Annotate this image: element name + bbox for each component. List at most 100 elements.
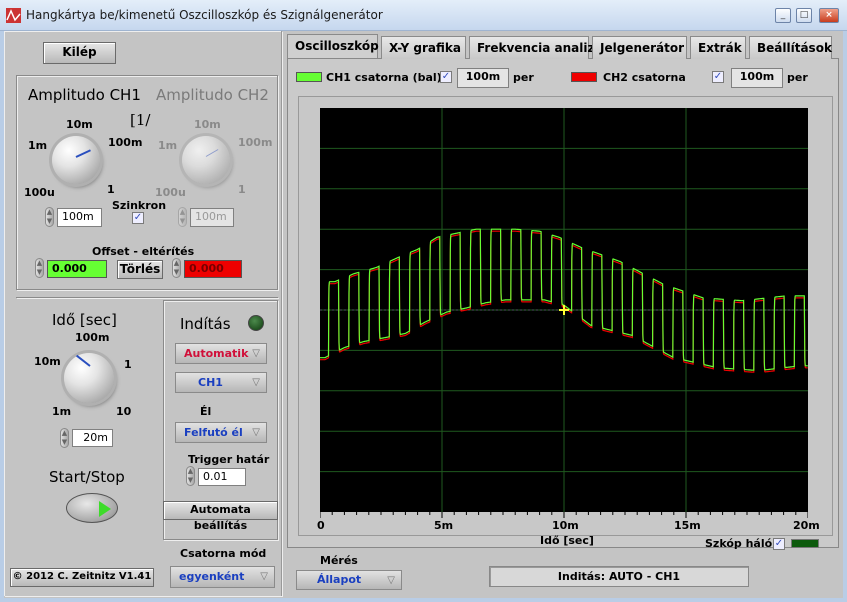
tick-label: 1m [158, 139, 178, 152]
ch1-scale-field[interactable]: 100m [457, 68, 509, 88]
trigger-level-field[interactable]: 0.01 [198, 468, 246, 486]
time-field[interactable]: 20m [72, 429, 113, 447]
amplitude-ch1-title: Amplitudo CH1 [28, 86, 141, 104]
offset-label: Offset - eltérítés [92, 245, 195, 258]
ch2-checkbox[interactable]: ✓ [712, 71, 724, 83]
trigger-source-dropdown[interactable]: CH1 ▽ [175, 372, 267, 393]
channel-mode-value: egyenként [179, 570, 245, 583]
trigger-edge-dropdown[interactable]: Felfutó él ▽ [175, 422, 267, 443]
tab-signal-generator[interactable]: Jelgenerátor [592, 36, 687, 59]
ch1-amplitude-knob[interactable] [52, 136, 100, 184]
copyright-label: © 2012 C. Zeitnitz V1.41 [10, 568, 154, 587]
trigger-title: Indítás [180, 315, 231, 333]
knob-pointer [75, 149, 91, 158]
trigger-source-value: CH1 [198, 376, 223, 389]
sync-label: Szinkron [112, 199, 167, 212]
tick-label: 10m [194, 118, 221, 131]
trigger-mode-value: Automatik [184, 347, 249, 360]
maximize-icon[interactable]: □ [796, 8, 812, 23]
grid-checkbox[interactable]: ✓ [773, 538, 785, 550]
per-label: per [513, 71, 534, 84]
tick-label: 100m [108, 136, 143, 149]
ch1-label: CH1 csatorna (bal) [326, 71, 442, 84]
ch1-checkbox[interactable]: ✓ [440, 71, 452, 83]
tab-frequency-analysis[interactable]: Frekvencia analiz. [469, 36, 599, 59]
ch2-offset-field[interactable]: 0.000 [184, 260, 242, 278]
x-axis-label: Idő [sec] [540, 534, 594, 547]
clear-button[interactable]: Törlés [117, 260, 163, 279]
tick-label: 1 [124, 358, 132, 371]
grid-color-swatch[interactable] [791, 539, 819, 548]
tick-label: 1m [28, 139, 48, 152]
x-axis-ticks [320, 512, 808, 518]
tick-label: 1m [52, 405, 72, 418]
exit-button[interactable]: Kilép [43, 42, 116, 64]
tick-label: 100u [155, 186, 186, 199]
tick-label: 100m [75, 331, 110, 344]
play-icon [99, 501, 111, 517]
measure-label: Mérés [320, 554, 358, 567]
trigger-led-icon [248, 315, 264, 331]
chevron-down-icon: ▽ [252, 377, 260, 388]
grid-label: Szkóp háló [705, 537, 773, 550]
ch1-color-swatch[interactable] [296, 72, 322, 82]
ch1-offset-spinner[interactable]: ▲ ▼ [35, 258, 44, 278]
divider [16, 297, 278, 298]
tick-label: 10 [116, 405, 132, 418]
time-spinner[interactable]: ▲ ▼ [60, 428, 69, 448]
knob-pointer [75, 354, 91, 367]
measure-value: Állapot [317, 573, 362, 586]
ch2-amplitude-knob [182, 136, 230, 184]
window-frame [843, 31, 847, 602]
tick-label: 100u [24, 186, 55, 199]
tick-label: 10m [34, 355, 61, 368]
per-label: per [787, 71, 808, 84]
startstop-button[interactable] [66, 493, 118, 523]
minimize-icon[interactable]: _ [775, 8, 791, 23]
oscilloscope-plot[interactable] [320, 108, 808, 512]
knob-pointer [205, 149, 219, 157]
ch2-scale-field[interactable]: 100m [731, 68, 783, 88]
amplitude-ch2-title: Amplitudo CH2 [156, 86, 269, 104]
sync-checkbox[interactable]: ✓ [132, 212, 144, 224]
channel-mode-label: Csatorna mód [180, 547, 267, 560]
time-knob[interactable] [64, 353, 114, 403]
tab-extras[interactable]: Extrák [690, 36, 746, 59]
auto-setup-button[interactable]: Automata beállítás [163, 501, 278, 532]
chevron-down-icon: ▽ [252, 427, 260, 438]
unit-label: [1/ [130, 111, 151, 129]
ch2-label: CH2 csatorna [603, 71, 686, 84]
close-icon[interactable]: × [819, 8, 839, 23]
window-title: Hangkártya be/kimenetű Oszcilloszkóp és … [26, 8, 383, 22]
trigger-mode-dropdown[interactable]: Automatik ▽ [175, 343, 267, 364]
tick-label: 100m [238, 136, 273, 149]
ch2-offset-spinner[interactable]: ▲ ▼ [172, 258, 181, 278]
ch2-amplitude-spinner: ▲ ▼ [178, 207, 187, 227]
ch2-amplitude-field: 100m [190, 208, 234, 227]
ch2-color-swatch[interactable] [571, 72, 597, 82]
measure-dropdown[interactable]: Állapot ▽ [296, 570, 402, 590]
x-tick-label: 0 [317, 519, 325, 532]
tick-label: 1 [107, 183, 115, 196]
startstop-label: Start/Stop [49, 468, 125, 486]
trigger-edge-value: Felfutó él [184, 426, 243, 439]
tab-xy-graph[interactable]: X-Y grafika [381, 36, 466, 59]
trigger-level-spinner[interactable]: ▲ ▼ [186, 466, 195, 486]
trigger-marker-icon [559, 305, 569, 315]
tick-label: 1 [238, 183, 246, 196]
tab-settings[interactable]: Beállítások [749, 36, 832, 59]
ch1-amplitude-field[interactable]: 100m [57, 208, 102, 227]
channel-mode-dropdown[interactable]: egyenként ▽ [170, 566, 275, 588]
edge-label: Él [200, 405, 212, 418]
chevron-down-icon: ▽ [387, 575, 395, 586]
tick-label: 10m [66, 118, 93, 131]
time-title: Idő [sec] [52, 311, 117, 329]
chevron-down-icon: ▽ [260, 571, 268, 582]
x-tick-label: 10m [552, 519, 579, 532]
ch1-offset-field[interactable]: 0.000 [47, 260, 107, 278]
x-tick-label: 20m [793, 519, 820, 532]
ch1-amplitude-spinner[interactable]: ▲ ▼ [45, 207, 54, 227]
tab-oscilloscope[interactable]: Oscilloszkóp [287, 34, 379, 58]
trigger-level-label: Trigger határ [188, 453, 270, 466]
x-tick-label: 15m [674, 519, 701, 532]
